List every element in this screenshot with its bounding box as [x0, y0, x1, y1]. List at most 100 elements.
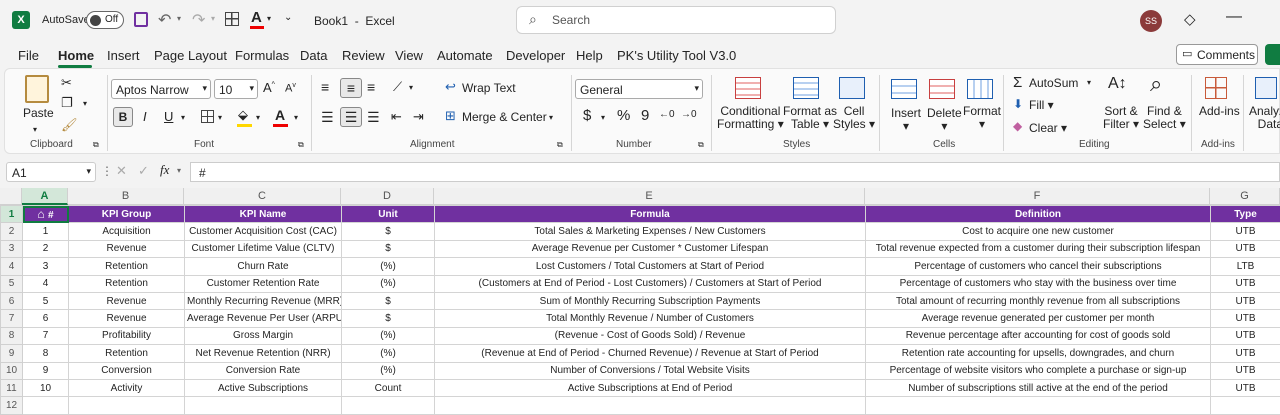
- percent-button[interactable]: %: [617, 107, 630, 124]
- cell-definition[interactable]: Retention rate accounting for upsells, d…: [866, 345, 1211, 362]
- insert-cells-icon[interactable]: [891, 79, 917, 99]
- cell-num[interactable]: 2: [23, 240, 69, 257]
- cell-unit[interactable]: (%): [342, 362, 435, 379]
- header-cell-unit[interactable]: Unit: [342, 206, 435, 223]
- increase-decimal-icon[interactable]: ←0: [659, 109, 675, 120]
- header-cell-formula[interactable]: Formula: [435, 206, 866, 223]
- merge-center-icon[interactable]: ⊞: [445, 108, 456, 124]
- fill-button[interactable]: Fill ▾: [1029, 99, 1054, 112]
- cell-formula[interactable]: (Revenue - Cost of Goods Sold) / Revenue: [435, 327, 866, 344]
- chevron-down-icon[interactable]: ▾: [83, 99, 87, 108]
- cell-definition[interactable]: Number of subscriptions still active at …: [866, 379, 1211, 396]
- increase-font-icon[interactable]: A^: [263, 80, 275, 95]
- paste-button[interactable]: Paste: [23, 107, 54, 120]
- analyze-data-icon[interactable]: [1255, 77, 1277, 99]
- cell-kpi-group[interactable]: Activity: [69, 379, 185, 396]
- header-cell-kpi-name[interactable]: KPI Name: [185, 206, 342, 223]
- underline-button[interactable]: U: [164, 109, 173, 124]
- cell-type[interactable]: UTB: [1211, 345, 1280, 362]
- empty-cell[interactable]: [185, 397, 342, 414]
- chevron-down-icon[interactable]: ▾: [601, 113, 605, 122]
- chevron-down-icon[interactable]: ▾: [181, 113, 185, 122]
- avatar[interactable]: SS: [1140, 10, 1162, 32]
- delete-cells-icon[interactable]: [929, 79, 955, 99]
- cell-kpi-group[interactable]: Retention: [69, 258, 185, 275]
- cell-num[interactable]: 5: [23, 292, 69, 309]
- cell-kpi-group[interactable]: Acquisition: [69, 223, 185, 240]
- cell-styles-icon[interactable]: [839, 77, 865, 99]
- cell-formula[interactable]: Sum of Monthly Recurring Subscription Pa…: [435, 292, 866, 309]
- decrease-font-icon[interactable]: Av: [285, 82, 296, 95]
- diamond-icon[interactable]: ◇: [1184, 10, 1196, 28]
- autosave-toggle[interactable]: Off: [86, 11, 124, 29]
- menu-formulas[interactable]: Formulas: [235, 48, 289, 63]
- cell-unit[interactable]: $: [342, 310, 435, 327]
- format-cells-icon[interactable]: [967, 79, 993, 99]
- cell-unit[interactable]: $: [342, 223, 435, 240]
- header-cell-type[interactable]: Type: [1211, 206, 1280, 223]
- chevron-down-icon[interactable]: ▾: [294, 113, 298, 122]
- cell-formula[interactable]: Active Subscriptions at End of Period: [435, 379, 866, 396]
- cell-formula[interactable]: (Customers at End of Period - Lost Custo…: [435, 275, 866, 292]
- menu-page-layout[interactable]: Page Layout: [154, 48, 227, 63]
- cell-unit[interactable]: (%): [342, 258, 435, 275]
- conditional-formatting-icon[interactable]: [735, 77, 761, 99]
- bold-button[interactable]: B: [113, 107, 133, 127]
- column-header-a[interactable]: A: [22, 188, 68, 205]
- cell-kpi-name[interactable]: Conversion Rate: [185, 362, 342, 379]
- cell-kpi-group[interactable]: Retention: [69, 275, 185, 292]
- home-icon[interactable]: ⌂: [37, 207, 48, 221]
- cell-kpi-group[interactable]: Revenue: [69, 240, 185, 257]
- dialog-launcher-icon[interactable]: ⧉: [698, 140, 704, 150]
- menu-help[interactable]: Help: [576, 48, 603, 63]
- cell-num[interactable]: 8: [23, 345, 69, 362]
- cell-definition[interactable]: Total revenue expected from a customer d…: [866, 240, 1211, 257]
- row-header[interactable]: 8: [1, 327, 23, 344]
- add-ins-button[interactable]: Add-ins: [1199, 105, 1240, 118]
- cell-definition[interactable]: Percentage of customers who cancel their…: [866, 258, 1211, 275]
- fill-icon[interactable]: ⬇: [1013, 97, 1023, 111]
- decrease-indent-icon[interactable]: ⇤: [391, 109, 402, 125]
- number-format-select[interactable]: General ▾: [575, 79, 703, 99]
- cell-kpi-group[interactable]: Revenue: [69, 310, 185, 327]
- cell-kpi-group[interactable]: Profitability: [69, 327, 185, 344]
- conditional-formatting-button[interactable]: ConditionalFormatting ▾: [717, 105, 784, 131]
- cell-kpi-name[interactable]: Customer Acquisition Cost (CAC): [185, 223, 342, 240]
- header-cell-num[interactable]: ⌂ #: [23, 206, 69, 223]
- menu-insert[interactable]: Insert: [107, 48, 140, 63]
- cell-kpi-group[interactable]: Retention: [69, 345, 185, 362]
- cell-type[interactable]: UTB: [1211, 362, 1280, 379]
- enter-icon[interactable]: ✓: [138, 163, 149, 179]
- find-select-button[interactable]: Find &Select ▾: [1143, 105, 1186, 131]
- chevron-down-icon[interactable]: ▾: [211, 14, 215, 23]
- cell-kpi-name[interactable]: Monthly Recurring Revenue (MRR): [185, 292, 342, 309]
- cell-type[interactable]: UTB: [1211, 310, 1280, 327]
- cell-type[interactable]: UTB: [1211, 379, 1280, 396]
- cell-kpi-name[interactable]: Churn Rate: [185, 258, 342, 275]
- wrap-text-button[interactable]: Wrap Text: [462, 82, 516, 95]
- cell-formula[interactable]: Total Monthly Revenue / Number of Custom…: [435, 310, 866, 327]
- cell-kpi-name[interactable]: Average Revenue Per User (ARPU): [185, 310, 342, 327]
- clear-icon[interactable]: ◆: [1013, 119, 1022, 133]
- add-ins-icon[interactable]: [1205, 77, 1227, 99]
- cell-definition[interactable]: Percentage of website visitors who compl…: [866, 362, 1211, 379]
- cell-kpi-name[interactable]: Customer Lifetime Value (CLTV): [185, 240, 342, 257]
- row-header[interactable]: 9: [1, 345, 23, 362]
- column-header-e[interactable]: E: [434, 188, 865, 205]
- chevron-down-icon[interactable]: ▾: [218, 113, 222, 122]
- row-header[interactable]: 6: [1, 292, 23, 309]
- cell-num[interactable]: 7: [23, 327, 69, 344]
- font-name-select[interactable]: Aptos Narrow ▾: [111, 79, 211, 99]
- cell-unit[interactable]: $: [342, 292, 435, 309]
- comma-button[interactable]: 9: [641, 107, 649, 124]
- currency-button[interactable]: $: [583, 107, 591, 124]
- share-button[interactable]: [1265, 44, 1280, 65]
- cell-kpi-name[interactable]: Net Revenue Retention (NRR): [185, 345, 342, 362]
- align-center-icon[interactable]: ☰: [340, 107, 362, 127]
- column-header-d[interactable]: D: [341, 188, 434, 205]
- cell-kpi-name[interactable]: Gross Margin: [185, 327, 342, 344]
- cell-type[interactable]: UTB: [1211, 292, 1280, 309]
- empty-cell[interactable]: [866, 397, 1211, 414]
- borders-icon[interactable]: [201, 110, 214, 123]
- cell-formula[interactable]: Number of Conversions / Total Website Vi…: [435, 362, 866, 379]
